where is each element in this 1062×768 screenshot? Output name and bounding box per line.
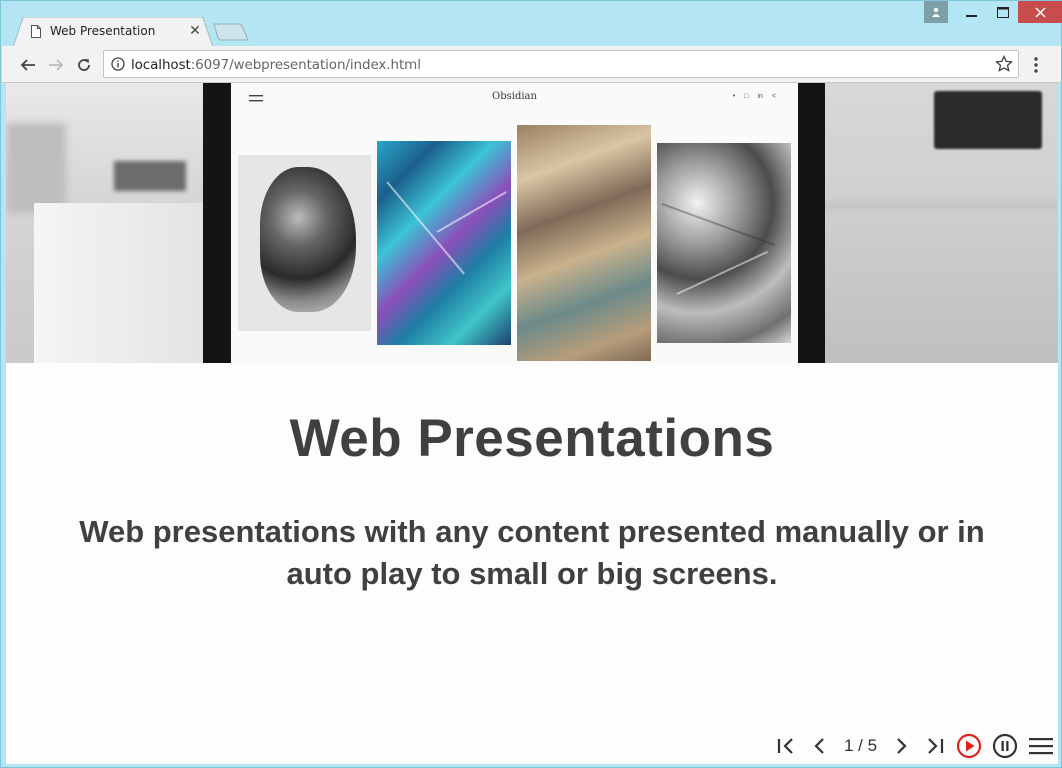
tab-strip: Web Presentation ✕ (1, 1, 1062, 47)
slide-menu-button[interactable] (1027, 733, 1055, 759)
last-slide-button[interactable] (923, 733, 947, 759)
slide-title: Web Presentations (289, 409, 775, 468)
minimize-button[interactable] (956, 1, 987, 23)
chevron-left-icon (814, 738, 824, 754)
site-brand: Obsidian (492, 91, 537, 102)
arrow-right-icon (49, 59, 64, 71)
play-circle-icon (956, 733, 982, 759)
mineral-photo-2 (377, 141, 511, 345)
browser-menu-icon[interactable] (1027, 55, 1045, 75)
back-button[interactable] (17, 54, 39, 76)
maximize-button[interactable] (987, 1, 1018, 23)
twitter-icon: • (732, 93, 736, 100)
browser-window: Web Presentation ✕ localhost:6097/webpre… (0, 0, 1062, 768)
slide-counter: 1 / 5 (844, 736, 878, 755)
mineral-photo-4 (657, 143, 791, 343)
presentation-controls: 1 / 5 (774, 733, 1055, 759)
forward-button[interactable] (45, 54, 67, 76)
tab-close-icon[interactable]: ✕ (188, 22, 202, 38)
url-text[interactable]: localhost:6097/webpresentation/index.htm… (131, 57, 421, 73)
mineral-photo-3 (517, 125, 651, 361)
skip-first-icon (777, 738, 793, 754)
monitor-screen: Obsidian • □ in < (231, 83, 798, 363)
pause-button[interactable] (991, 733, 1019, 759)
browser-toolbar: localhost:6097/webpresentation/index.htm… (2, 46, 1061, 83)
close-window-button[interactable] (1018, 1, 1062, 23)
url-host: localhost (131, 57, 191, 73)
share-icon: < (771, 93, 776, 100)
site-social-icons: • □ in < (733, 93, 776, 100)
chevron-right-icon (897, 738, 907, 754)
tab-web-presentation[interactable]: Web Presentation ✕ (13, 17, 213, 47)
skip-last-icon (928, 738, 944, 754)
reload-icon (78, 59, 90, 71)
menu-icon (1029, 738, 1054, 755)
linkedin-icon: in (757, 93, 763, 100)
pause-circle-icon (992, 733, 1018, 759)
window-controls (924, 1, 1062, 23)
next-slide-button[interactable] (889, 733, 913, 759)
arrow-left-icon (20, 59, 35, 71)
slide-subtitle: Web presentations with any content prese… (79, 514, 985, 591)
info-icon[interactable] (111, 57, 125, 71)
mineral-photo-1 (238, 155, 371, 331)
tab-title: Web Presentation (50, 24, 156, 38)
user-profile-icon[interactable] (924, 1, 948, 23)
address-bar[interactable]: localhost:6097/webpresentation/index.htm… (103, 50, 1019, 78)
reload-button[interactable] (73, 54, 95, 76)
new-tab-button[interactable] (213, 23, 249, 41)
page-viewport: Obsidian • □ in < Web Presentations Web … (6, 83, 1058, 764)
instagram-icon: □ (744, 93, 749, 100)
background-right (824, 83, 1058, 363)
hero-image: Obsidian • □ in < (6, 83, 1058, 363)
play-button[interactable] (955, 733, 983, 759)
background-left (6, 83, 209, 363)
bookmark-star-icon[interactable] (995, 55, 1013, 73)
url-path: :6097/webpresentation/index.html (190, 57, 421, 73)
previous-slide-button[interactable] (808, 733, 832, 759)
document-icon (31, 25, 41, 38)
first-slide-button[interactable] (774, 733, 798, 759)
